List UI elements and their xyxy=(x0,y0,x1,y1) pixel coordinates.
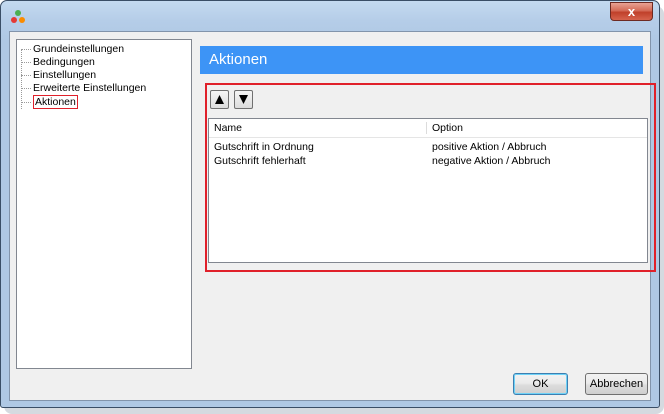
tree-item-label: Aktionen xyxy=(33,95,78,109)
title-bar[interactable]: x xyxy=(1,1,659,31)
tree-item-aktionen[interactable]: Aktionen xyxy=(21,95,78,109)
tree-item-label: Bedingungen xyxy=(33,56,95,68)
table-header: Name Option xyxy=(209,119,647,138)
tree-item-einstellungen[interactable]: Einstellungen xyxy=(21,69,96,82)
arrow-up-icon xyxy=(215,95,224,104)
tree-item-label: Grundeinstellungen xyxy=(33,43,125,55)
panel-header: Aktionen xyxy=(200,46,643,74)
column-header-option[interactable]: Option xyxy=(427,119,647,137)
close-button[interactable]: x xyxy=(610,2,653,21)
row-name: Gutschrift in Ordnung xyxy=(214,141,314,153)
app-logo-icon xyxy=(10,9,26,25)
close-icon: x xyxy=(627,4,636,19)
move-down-button[interactable] xyxy=(234,90,253,109)
tree-item-grundeinstellungen[interactable]: Grundeinstellungen xyxy=(21,43,124,56)
move-up-button[interactable] xyxy=(210,90,229,109)
tree-item-bedingungen[interactable]: Bedingungen xyxy=(21,56,95,69)
row-name: Gutschrift fehlerhaft xyxy=(214,155,306,167)
tree-item-label: Erweiterte Einstellungen xyxy=(33,82,147,94)
table-row[interactable]: Gutschrift in Ordnung positive Aktion / … xyxy=(209,140,647,154)
panel-title: Aktionen xyxy=(209,51,268,68)
dialog-client-area: Grundeinstellungen Bedingungen Einstellu… xyxy=(9,31,656,401)
dialog-window: x Grundeinstellungen Bedingungen Einstel… xyxy=(0,0,660,408)
ok-button[interactable]: OK xyxy=(513,373,568,395)
cancel-button[interactable]: Abbrechen xyxy=(585,373,648,395)
arrow-down-icon xyxy=(239,95,248,104)
settings-tree[interactable]: Grundeinstellungen Bedingungen Einstellu… xyxy=(16,39,192,369)
actions-table[interactable]: Name Option Gutschrift in Ordnung positi… xyxy=(208,118,648,263)
tree-item-label: Einstellungen xyxy=(33,69,97,81)
column-header-name[interactable]: Name xyxy=(209,119,426,137)
tree-item-erweiterte-einstellungen[interactable]: Erweiterte Einstellungen xyxy=(21,82,146,95)
row-option: negative Aktion / Abbruch xyxy=(432,155,551,167)
row-option: positive Aktion / Abbruch xyxy=(432,141,547,153)
table-row[interactable]: Gutschrift fehlerhaft negative Aktion / … xyxy=(209,154,647,168)
